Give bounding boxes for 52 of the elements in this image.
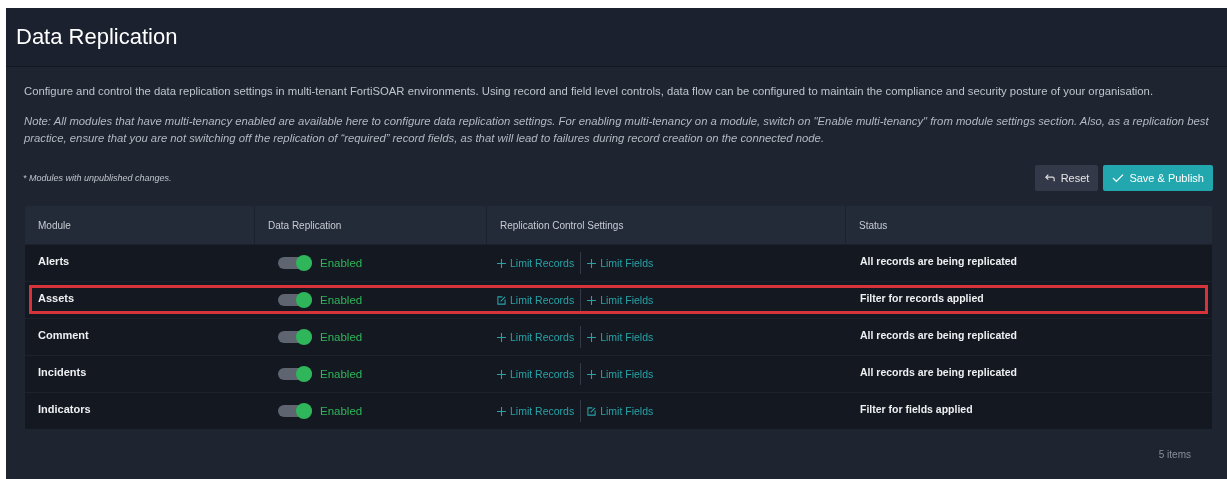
item-count: 5 items	[1158, 449, 1191, 460]
column-header: Module	[25, 206, 255, 244]
plus-icon	[497, 258, 506, 268]
column-header: Status	[858, 218, 889, 233]
module-name: Indicators	[37, 403, 92, 415]
replication-label: Enabled	[320, 331, 363, 343]
replication-label: Enabled	[320, 368, 363, 380]
toggle-switch[interactable]	[278, 331, 312, 343]
toggle-switch[interactable]	[278, 257, 312, 269]
plus-icon	[587, 332, 597, 342]
limit-fields-link[interactable]: Limit Fields	[580, 326, 660, 348]
limit-records-link[interactable]: Limit Records	[497, 400, 581, 422]
limit-records-link[interactable]: Limit Records	[497, 252, 581, 274]
plus-icon	[497, 406, 506, 416]
description-text: Configure and control the data replication settings in multi-tenant FortiSOAR environments. Using record and field level controls, data flow can be configured to maintain the compliance and security posture of your organisation.	[24, 84, 1155, 99]
plus-icon	[497, 369, 506, 379]
replication-label: Enabled	[320, 405, 363, 417]
toggle-switch[interactable]	[278, 368, 312, 380]
check-icon	[1112, 173, 1125, 183]
status-text: Filter for fields applied	[859, 403, 974, 415]
replication-label: Enabled	[320, 294, 363, 306]
limit-fields-link[interactable]: Limit Fields	[580, 252, 660, 274]
undo-icon	[1043, 173, 1056, 183]
status-text: All records are being replicated	[859, 366, 1018, 378]
status-text: All records are being replicated	[859, 329, 1018, 341]
note-text: Note: All modules that have multi-tenancy enabled are available here to configure data replication settings. For enabling multi-tenancy on a module, switch on "Enable multi-tenancy" from module settings section. Also, as a replication best practice, ensure that you are not switching off the replication of “required” record fields, as that will lead to failures during record creation on the connected node.	[24, 114, 1210, 146]
plus-icon	[587, 369, 597, 379]
plus-icon	[497, 332, 506, 342]
column-header: Replication Control Settings	[487, 206, 846, 244]
toggle-switch[interactable]	[278, 294, 312, 306]
page-title: Data Replication	[16, 24, 178, 50]
column-header: Data Replication	[255, 206, 487, 244]
module-name: Comment	[37, 329, 90, 341]
module-name: Alerts	[37, 255, 71, 267]
limit-records-link[interactable]: Limit Records	[497, 326, 581, 348]
limit-fields-link[interactable]: Limit Fields	[580, 400, 660, 422]
limit-records-link[interactable]: Limit Records	[497, 289, 581, 311]
plus-icon	[587, 295, 597, 305]
status-text: All records are being replicated	[859, 255, 1018, 267]
toggle-switch[interactable]	[278, 405, 312, 417]
module-name: Incidents	[37, 366, 88, 378]
limit-fields-link[interactable]: Limit Fields	[580, 289, 660, 311]
limit-records-link[interactable]: Limit Records	[497, 363, 581, 385]
edit-icon	[587, 406, 597, 416]
module-name: Assets	[37, 292, 76, 304]
plus-icon	[587, 258, 597, 268]
status-text: Filter for records applied	[859, 292, 985, 304]
replication-label: Enabled	[320, 257, 363, 269]
reset-button[interactable]: Reset	[1034, 165, 1099, 191]
legend-text: * Modules with unpublished changes.	[23, 173, 172, 183]
limit-fields-link[interactable]: Limit Fields	[580, 363, 660, 385]
edit-icon	[497, 295, 506, 305]
